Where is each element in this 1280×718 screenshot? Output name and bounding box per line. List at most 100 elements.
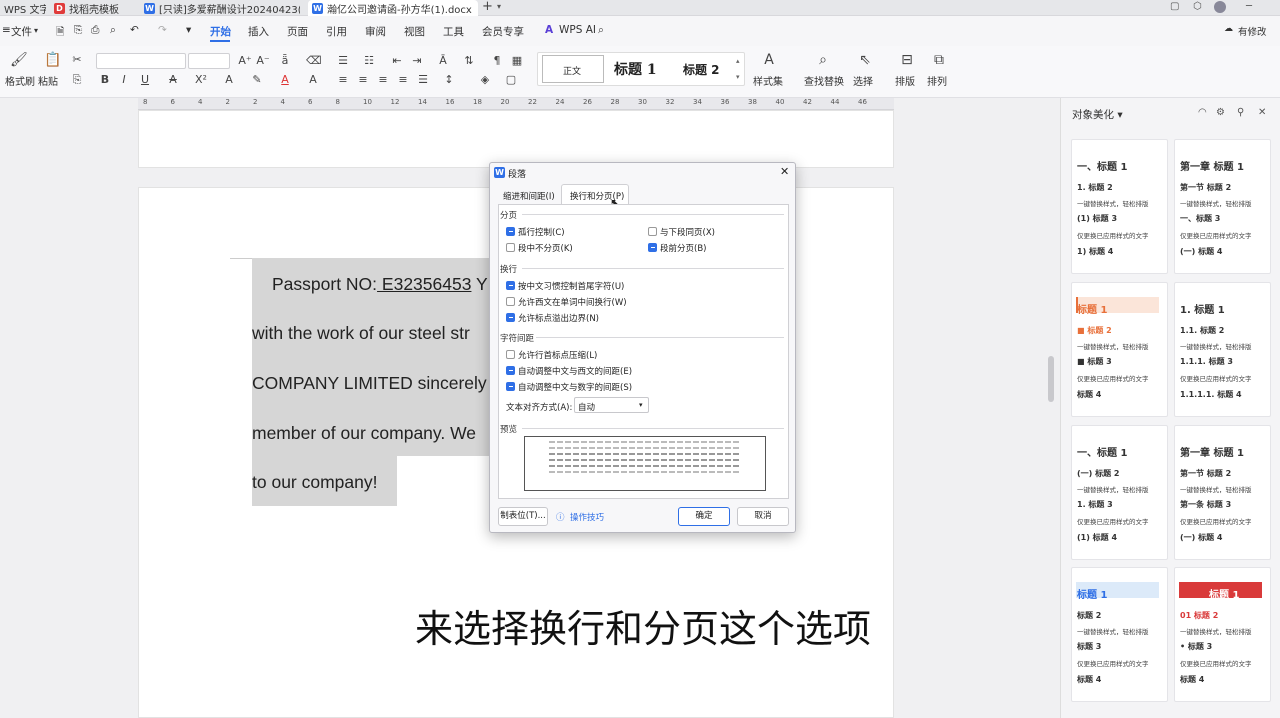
gear-icon[interactable]: ⚙ [1216, 107, 1225, 118]
style-theme-card[interactable]: 标题 1 ■ 标题 2 一键替换样式，轻松排版 ■ 标题 3 仅更换已应用样式的文字 标题… [1071, 282, 1168, 417]
has-changes-status[interactable]: 有修改 [1238, 24, 1267, 38]
line-spacing-icon[interactable]: ↕ [442, 73, 456, 86]
paste-icon[interactable]: 📋 [44, 52, 61, 68]
checkbox-label[interactable]: 段中不分页(K) [518, 242, 573, 254]
checkbox[interactable] [648, 227, 657, 236]
align-center-icon[interactable]: ≡ [356, 73, 370, 86]
checkbox[interactable] [506, 382, 515, 391]
bold-icon[interactable]: B [98, 73, 112, 86]
menu-review[interactable]: 审阅 [365, 24, 386, 39]
paste-button[interactable]: 粘贴 [38, 73, 58, 88]
clear-format-icon[interactable]: ⌫ [306, 54, 322, 67]
style-set-button[interactable]: 样式集 [753, 73, 783, 88]
style-theme-card[interactable]: 一、标题 1 (一) 标题 2 一键替换样式，轻松排版 1. 标题 3 仅更换已应用样式… [1071, 425, 1168, 560]
layout-icon[interactable]: ⊟ [900, 52, 914, 68]
cube-icon[interactable]: ⬡ [1193, 1, 1202, 12]
increase-indent-icon[interactable]: ⇥ [410, 54, 424, 67]
new-tab-button[interactable]: + [482, 0, 493, 14]
checkbox-label[interactable]: 允许西文在单词中间换行(W) [518, 296, 627, 308]
checkbox[interactable] [506, 281, 515, 290]
select-cursor-icon[interactable]: ⇖ [858, 52, 872, 68]
checkbox[interactable] [506, 297, 515, 306]
menu-file[interactable]: 文件 [11, 24, 32, 39]
redo-icon[interactable]: ↷ [158, 24, 167, 36]
undo-icon[interactable]: ↶ [130, 24, 139, 36]
chinese-layout-icon[interactable]: Ā [436, 54, 450, 67]
tips-link[interactable]: 操作技巧 [570, 511, 604, 523]
chevron-down-icon[interactable]: ▾ [736, 73, 740, 81]
headset-icon[interactable]: ◠ [1198, 107, 1207, 118]
tab-salary-doc[interactable]: W [只读]多爱薪酬设计20240423(3).dc [140, 0, 300, 16]
distribute-icon[interactable]: ☰ [416, 73, 430, 86]
checkbox[interactable] [506, 366, 515, 375]
decrease-indent-icon[interactable]: ⇤ [390, 54, 404, 67]
checkbox-label[interactable]: 与下段同页(X) [660, 226, 715, 238]
menu-wps-ai[interactable]: WPS AI [559, 24, 596, 36]
chevron-down-icon[interactable]: ▾ [497, 2, 501, 11]
checkbox[interactable] [648, 243, 657, 252]
style-theme-card[interactable]: 第一章 标题 1 第一节 标题 2 一键替换样式，轻松排版 第一条 标题 3 仅更换已应… [1174, 425, 1271, 560]
checkbox[interactable] [506, 313, 515, 322]
highlight-icon[interactable]: ✎ [250, 73, 264, 86]
font-color-icon[interactable]: A [278, 73, 292, 86]
checkbox-label[interactable]: 自动调整中文与西文的间距(E) [518, 365, 632, 377]
checkbox-label[interactable]: 孤行控制(C) [518, 226, 565, 238]
export-icon[interactable]: ⎘ [74, 24, 82, 37]
style-heading2[interactable]: 标题 2 [683, 61, 720, 78]
ok-button[interactable]: 确定 [678, 507, 730, 526]
style-theme-card[interactable]: 第一章 标题 1 第一节 标题 2 一键替换样式，轻松排版 一、标题 3 仅更换已应用样… [1174, 139, 1271, 274]
wps-ai-icon[interactable]: A [545, 24, 553, 36]
strikethrough-icon[interactable]: A [166, 73, 180, 86]
chevron-down-icon[interactable]: ▾ [186, 24, 191, 36]
underline-icon[interactable]: U [138, 73, 152, 86]
phonetic-icon[interactable]: ǟ [278, 54, 292, 67]
sort-icon[interactable]: ⇅ [462, 54, 476, 67]
hamburger-icon[interactable]: ≡ [2, 24, 11, 36]
tab-wps[interactable]: WPS 文字 [0, 0, 46, 16]
checkbox[interactable] [506, 350, 515, 359]
style-theme-card[interactable]: 标题 1 标题 2 一键替换样式，轻松排版 标题 3 仅更换已应用样式的文字 标题 4 [1071, 567, 1168, 702]
close-icon[interactable]: ✕ [1258, 107, 1266, 118]
font-family-select[interactable] [96, 53, 186, 69]
pin-icon[interactable]: ⚲ [1237, 107, 1244, 118]
grow-font-icon[interactable]: A⁺ [238, 54, 252, 67]
checkbox[interactable] [506, 243, 515, 252]
menu-view[interactable]: 视图 [404, 24, 425, 39]
select-button[interactable]: 选择 [853, 73, 873, 88]
bullets-icon[interactable]: ☰ [336, 54, 350, 67]
style-normal[interactable]: 正文 [542, 55, 604, 83]
menu-references[interactable]: 引用 [326, 24, 347, 39]
format-painter-button[interactable]: 格式刷 [5, 73, 35, 88]
table-borders-icon[interactable]: ▦ [510, 54, 524, 67]
style-set-icon[interactable]: A [762, 52, 776, 68]
show-marks-icon[interactable]: ¶ [490, 54, 504, 67]
font-size-select[interactable] [188, 53, 230, 69]
find-replace-button[interactable]: 查找替换 [804, 73, 844, 88]
shrink-font-icon[interactable]: A⁻ [256, 54, 270, 67]
format-painter-icon[interactable]: 🖌 [10, 52, 28, 68]
cut-icon[interactable]: ✂ [70, 53, 84, 66]
layout-button[interactable]: 排版 [895, 73, 915, 88]
text-effect-icon[interactable]: A [222, 73, 236, 86]
ruler[interactable]: 8 6 4 2 2 4 6 8 10 12 14 16 18 20 22 24 26 28 30 32 34 36 38 40… [138, 98, 894, 110]
superscript-icon[interactable]: X² [194, 73, 208, 86]
style-theme-card[interactable]: 标题 1 01 标题 2 一键替换样式，轻松排版 • 标题 3 仅更换已应用样式的文字标… [1174, 567, 1271, 702]
menu-tools[interactable]: 工具 [443, 24, 464, 39]
checkbox-label[interactable]: 按中文习惯控制首尾字符(U) [518, 280, 624, 292]
chevron-down-icon[interactable]: ▾ [34, 26, 38, 35]
search-icon[interactable]: ⌕ [598, 24, 604, 37]
char-shading-icon[interactable]: A [306, 73, 320, 86]
copy-icon[interactable]: ⎘ [70, 73, 84, 87]
chevron-up-icon[interactable]: ▴ [736, 57, 740, 65]
close-icon[interactable]: ✕ [780, 165, 789, 178]
window-icon[interactable]: ▢ [1170, 1, 1179, 12]
checkbox[interactable] [506, 227, 515, 236]
tab-invitation-doc[interactable]: W 瀚亿公司邀请函-孙方华(1).docx ● [308, 0, 478, 16]
print-preview-icon[interactable]: ⌕ [110, 24, 116, 37]
style-theme-card[interactable]: 一、标题 1 1. 标题 2 一键替换样式，轻松排版 (1) 标题 3 仅更换已应用样式… [1071, 139, 1168, 274]
text-align-select[interactable]: 自动 ▾ [574, 397, 649, 413]
border-icon[interactable]: ▢ [504, 73, 518, 86]
justify-icon[interactable]: ≡ [396, 73, 410, 86]
checkbox-label[interactable]: 段前分页(B) [660, 242, 706, 254]
panel-title[interactable]: 对象美化 ▾ [1072, 107, 1123, 122]
